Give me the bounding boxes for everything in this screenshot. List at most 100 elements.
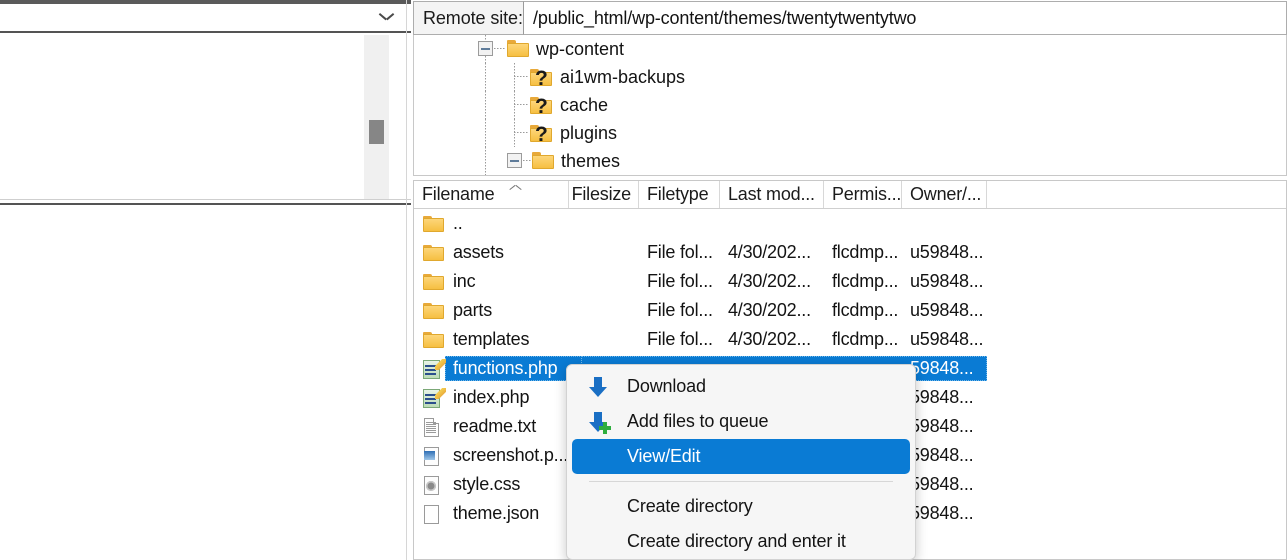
image-file-icon xyxy=(422,447,444,465)
column-header-filetype[interactable]: Filetype xyxy=(639,181,720,208)
folder-icon xyxy=(422,273,444,291)
file-name-label: screenshot.p... xyxy=(453,445,568,466)
file-name-label: templates xyxy=(453,329,529,350)
tree-guide-line xyxy=(485,63,486,91)
tree-node-label: cache xyxy=(560,95,608,116)
menu-item-view-edit[interactable]: View/Edit xyxy=(572,439,910,474)
cell-filetype: File fol... xyxy=(639,296,720,325)
chevron-down-icon[interactable] xyxy=(380,13,393,21)
column-header-last-modified[interactable]: Last mod... xyxy=(720,181,824,208)
column-header-filename[interactable]: Filename xyxy=(414,181,569,208)
column-header-permissions[interactable]: Permis... xyxy=(824,181,902,208)
local-tree-view[interactable] xyxy=(0,35,411,199)
file-name-label: style.css xyxy=(453,474,520,495)
folder-icon xyxy=(507,40,529,57)
tree-guide-line xyxy=(514,91,515,119)
remote-directory-tree[interactable]: wp-content ? ai1wm-backups xyxy=(413,35,1287,176)
context-menu[interactable]: Download Add files to queue View/Edit Cr… xyxy=(566,364,916,560)
tree-guide-line xyxy=(523,160,531,161)
menu-item-label: View/Edit xyxy=(627,446,700,467)
tree-node-ai1wm-backups[interactable]: ? ai1wm-backups xyxy=(414,63,1286,91)
menu-item-add-files-to-queue[interactable]: Add files to queue xyxy=(572,404,910,439)
tree-node-wp-content[interactable]: wp-content xyxy=(414,35,1286,63)
cell-permissions: flcdmp... xyxy=(824,296,902,325)
local-pane-splitter[interactable] xyxy=(0,199,411,205)
column-header-label: Filename xyxy=(422,184,494,205)
folder-unknown-icon: ? xyxy=(530,125,552,142)
column-header-owner[interactable]: Owner/... xyxy=(902,181,987,208)
tree-node-cache[interactable]: ? cache xyxy=(414,91,1286,119)
column-header-label: Permis... xyxy=(832,184,901,205)
column-header-label: Owner/... xyxy=(910,184,981,205)
file-name-label: assets xyxy=(453,242,504,263)
tree-node-label: wp-content xyxy=(536,39,624,60)
php-file-icon xyxy=(422,389,444,407)
add-to-queue-icon xyxy=(588,411,610,433)
php-file-icon xyxy=(422,360,444,378)
collapse-icon[interactable] xyxy=(478,41,493,56)
file-name-label: inc xyxy=(453,271,475,292)
local-pane xyxy=(0,0,411,560)
folder-unknown-icon: ? xyxy=(530,97,552,114)
column-header-filesize[interactable]: Filesize xyxy=(569,181,639,208)
tree-guide-line xyxy=(485,91,486,119)
table-row[interactable]: parts File fol... 4/30/202... flcdmp... … xyxy=(414,296,1286,325)
table-row[interactable]: assets File fol... 4/30/202... flcdmp...… xyxy=(414,238,1286,267)
css-file-icon xyxy=(422,476,444,494)
tree-node-plugins[interactable]: ? plugins xyxy=(414,119,1286,147)
file-name-label: index.php xyxy=(453,387,529,408)
cell-last-modified: 4/30/202... xyxy=(720,296,824,325)
cell-owner: u59848... xyxy=(902,325,992,354)
local-site-combo[interactable] xyxy=(0,4,411,33)
pane-divider xyxy=(406,0,407,560)
cell-permissions: flcdmp... xyxy=(824,267,902,296)
tree-guide-line xyxy=(514,76,529,77)
cell-last-modified: 4/30/202... xyxy=(720,238,824,267)
menu-item-create-directory[interactable]: Create directory xyxy=(572,489,910,524)
tree-guide-line xyxy=(494,48,506,49)
tree-node-themes[interactable]: themes xyxy=(414,147,1286,175)
menu-item-create-directory-and-enter[interactable]: Create directory and enter it xyxy=(572,524,910,559)
tree-guide-line xyxy=(485,119,486,147)
tree-node-label: ai1wm-backups xyxy=(560,67,685,88)
column-header-label: Filetype xyxy=(647,184,708,205)
menu-item-label: Add files to queue xyxy=(627,411,768,432)
folder-icon xyxy=(422,331,444,349)
cell-last-modified: 4/30/202... xyxy=(720,267,824,296)
cell-owner: u59848... xyxy=(902,296,992,325)
file-list-header: Filename Filesize Filetype Last mod... P… xyxy=(414,181,1286,209)
menu-item-download[interactable]: Download xyxy=(572,369,910,404)
scrollbar-thumb[interactable] xyxy=(369,120,384,144)
table-row[interactable]: .. xyxy=(414,209,1286,238)
column-header-label: Last mod... xyxy=(728,184,815,205)
text-file-icon xyxy=(422,418,444,436)
tree-guide-line xyxy=(514,119,515,147)
collapse-icon[interactable] xyxy=(507,153,522,168)
remote-site-label: Remote site: xyxy=(413,1,524,35)
file-name-label: theme.json xyxy=(453,503,539,524)
sort-ascending-icon xyxy=(510,184,521,190)
cell-permissions: flcdmp... xyxy=(824,238,902,267)
filezilla-window: Remote site: /public_html/wp-content/the… xyxy=(0,0,1287,560)
folder-unknown-icon: ? xyxy=(530,69,552,86)
tree-node-label: themes xyxy=(561,151,620,172)
table-row[interactable]: inc File fol... 4/30/202... flcdmp... u5… xyxy=(414,267,1286,296)
download-arrow-icon xyxy=(588,376,610,398)
cell-filename: .. xyxy=(414,209,982,238)
local-file-list[interactable] xyxy=(0,206,411,560)
menu-item-label: Create directory and enter it xyxy=(627,531,846,552)
local-tree-scrollbar[interactable] xyxy=(364,35,389,199)
table-row[interactable]: templates File fol... 4/30/202... flcdmp… xyxy=(414,325,1286,354)
remote-path-input[interactable]: /public_html/wp-content/themes/twentytwe… xyxy=(524,1,1287,35)
folder-icon xyxy=(532,152,554,169)
file-name-label: readme.txt xyxy=(453,416,536,437)
menu-item-label: Create directory xyxy=(627,496,753,517)
file-name-label: functions.php xyxy=(453,358,557,379)
file-name-label: parts xyxy=(453,300,492,321)
remote-site-bar: Remote site: /public_html/wp-content/the… xyxy=(413,1,1287,35)
cell-filetype: File fol... xyxy=(639,325,720,354)
folder-icon xyxy=(422,215,444,233)
folder-icon xyxy=(422,244,444,262)
menu-separator xyxy=(589,481,893,482)
tree-node-label: plugins xyxy=(560,123,617,144)
